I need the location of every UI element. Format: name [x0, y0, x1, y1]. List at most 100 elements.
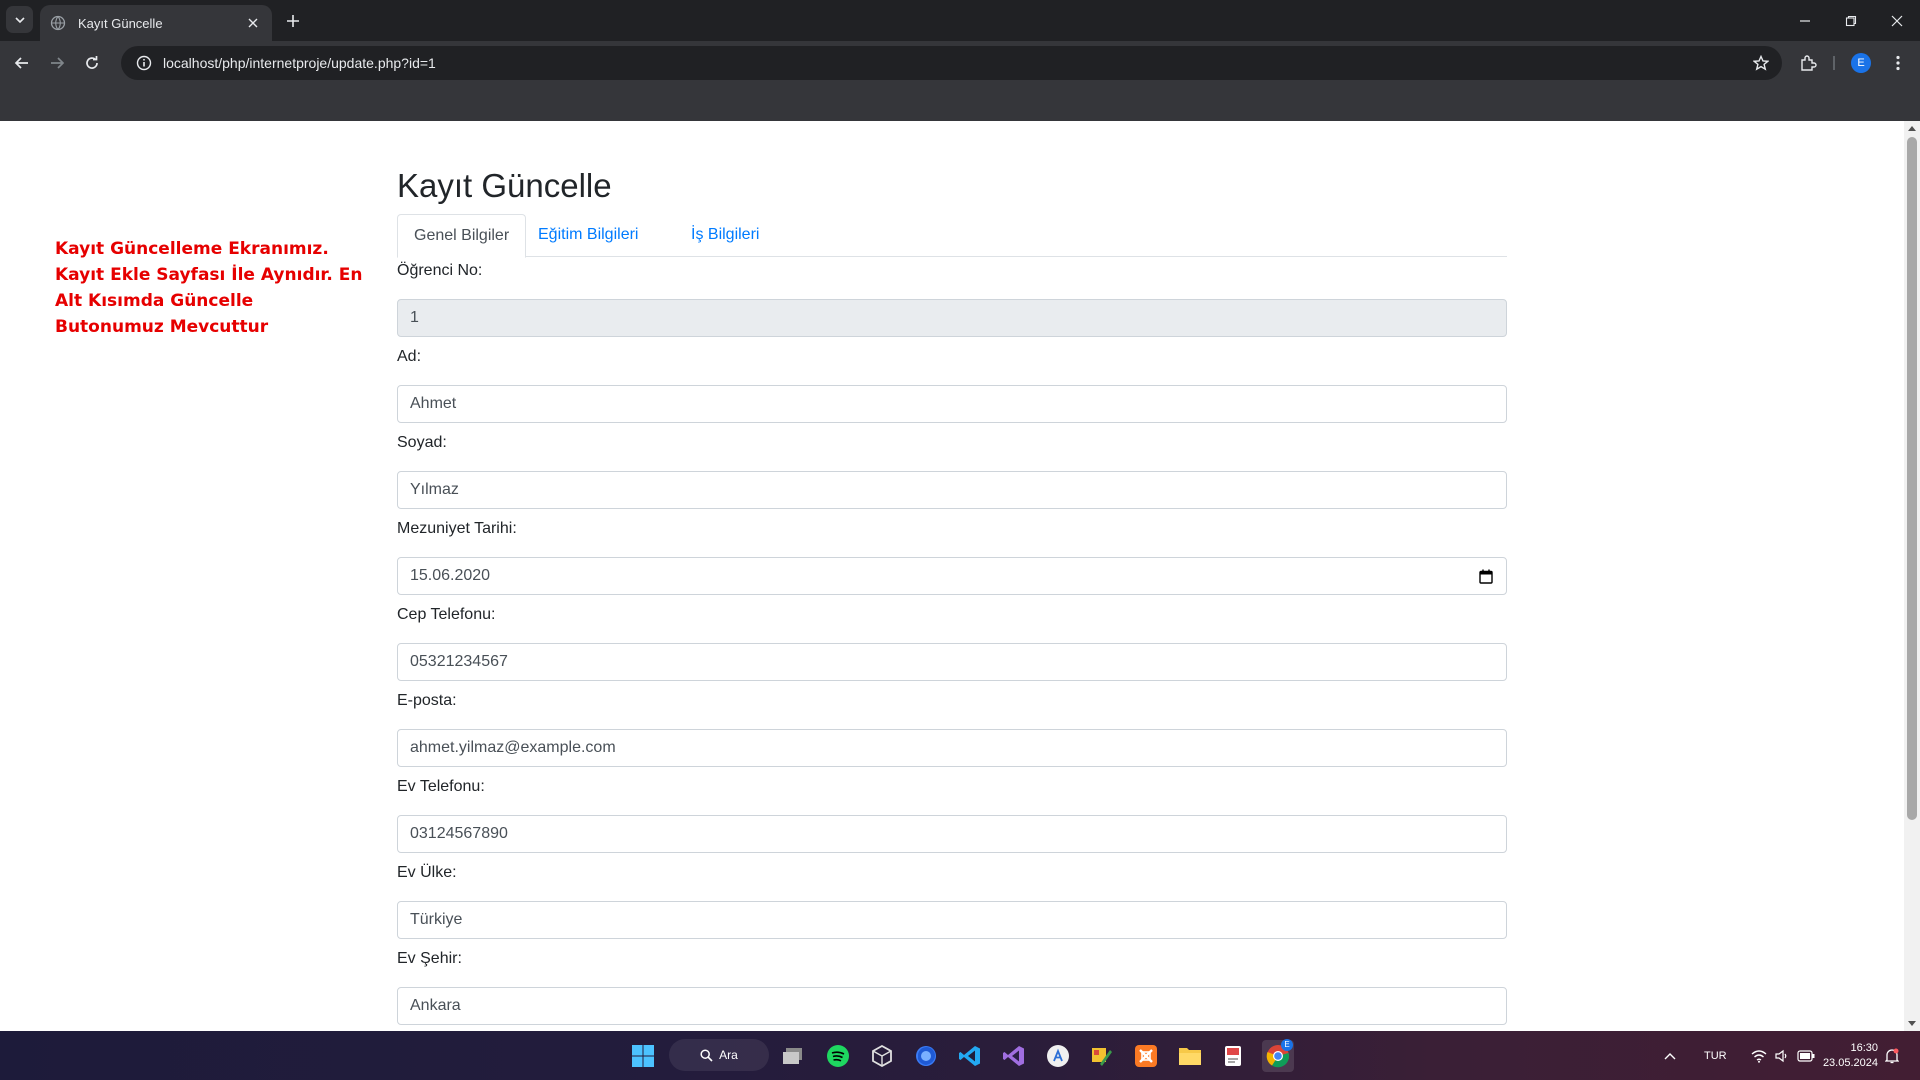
- toolbar-divider: [1833, 56, 1835, 70]
- ev-ulke-input[interactable]: Türkiye: [397, 901, 1507, 939]
- restore-icon[interactable]: [1828, 0, 1874, 41]
- forward-icon[interactable]: [43, 49, 71, 77]
- field-label: Öğrenci No:: [397, 262, 483, 279]
- address-bar[interactable]: localhost/php/internetproje/update.php?i…: [121, 46, 1782, 80]
- page-title: Kayıt Güncelle: [397, 167, 612, 204]
- avatar: E: [1851, 53, 1871, 73]
- field-cep-telefonu: Cep Telefonu: 05321234567: [397, 603, 1507, 681]
- page-viewport: Kayıt Güncelleme Ekranımız. Kayıt Ekle S…: [0, 121, 1904, 1031]
- globe-icon: [50, 15, 66, 31]
- scroll-down-arrow-icon[interactable]: [1904, 1017, 1920, 1031]
- search-icon: [700, 1048, 713, 1062]
- field-e-posta: E-posta: ahmet.yilmaz@example.com: [397, 689, 1507, 767]
- battery-icon[interactable]: [1797, 1049, 1815, 1062]
- ad-input[interactable]: Ahmet: [397, 385, 1507, 423]
- window-controls: [1782, 0, 1920, 41]
- browser-toolbar: localhost/php/internetproje/update.php?i…: [0, 41, 1920, 85]
- site-info-icon[interactable]: [129, 55, 159, 71]
- chrome-profile-badge: E: [1281, 1039, 1293, 1051]
- ev-telefonu-input[interactable]: 03124567890: [397, 815, 1507, 853]
- field-soyad: Soyad: Yılmaz: [397, 431, 1507, 509]
- bookmark-star-icon[interactable]: [1746, 55, 1776, 71]
- taskbar-search[interactable]: Ara: [669, 1039, 769, 1071]
- field-value: 1: [410, 309, 419, 326]
- snipping-tool-icon[interactable]: [1218, 1040, 1250, 1072]
- annotation-note: Kayıt Güncelleme Ekranımız. Kayıt Ekle S…: [55, 239, 363, 337]
- close-window-icon[interactable]: [1874, 0, 1920, 41]
- extensions-icon[interactable]: [1794, 49, 1822, 77]
- calendar-icon[interactable]: [1478, 568, 1494, 584]
- tab-egitim-bilgileri[interactable]: Eğitim Bilgileri: [522, 214, 654, 257]
- firefox-icon[interactable]: [910, 1040, 942, 1072]
- vscode-icon[interactable]: [954, 1040, 986, 1072]
- e-posta-input[interactable]: ahmet.yilmaz@example.com: [397, 729, 1507, 767]
- tab-is-bilgileri[interactable]: İş Bilgileri: [675, 214, 775, 257]
- chrome-taskbar-icon[interactable]: E: [1262, 1039, 1294, 1072]
- field-value: 03124567890: [410, 825, 508, 842]
- chevron-up-icon[interactable]: [1660, 1052, 1680, 1060]
- profile-button[interactable]: E: [1847, 49, 1875, 77]
- unity-icon[interactable]: [866, 1040, 898, 1072]
- taskbar-clock[interactable]: 16:30 23.05.2024: [1823, 1041, 1878, 1071]
- field-ad: Ad: Ahmet: [397, 345, 1507, 423]
- field-label: Cep Telefonu:: [397, 606, 496, 623]
- bookmarks-bar: [0, 85, 1920, 121]
- form-tabs: Genel Bilgiler Eğitim Bilgileri İş Bilgi…: [397, 214, 1507, 258]
- scrollbar-thumb[interactable]: [1907, 137, 1917, 820]
- field-label: Ev Şehir:: [397, 950, 462, 967]
- field-ev-sehir: Ev Şehir: Ankara: [397, 947, 1507, 1025]
- minimize-icon[interactable]: [1782, 0, 1828, 41]
- menu-kebab-icon[interactable]: [1884, 49, 1912, 77]
- field-value: 15.06.2020: [410, 567, 491, 584]
- paint-tool-icon[interactable]: [1086, 1040, 1118, 1072]
- file-explorer-icon[interactable]: [1174, 1040, 1206, 1072]
- field-mezuniyet-tarihi: Mezuniyet Tarihi: 15.06.2020: [397, 517, 1507, 595]
- language-indicator[interactable]: TUR: [1704, 1050, 1727, 1062]
- visual-studio-icon[interactable]: [998, 1040, 1030, 1072]
- field-ev-ulke: Ev Ülke: Türkiye: [397, 861, 1507, 939]
- search-label: Ara: [719, 1048, 738, 1062]
- field-value: Türkiye: [410, 911, 463, 928]
- spotify-icon[interactable]: [822, 1040, 854, 1072]
- mezuniyet-tarihi-input[interactable]: 15.06.2020: [397, 557, 1507, 595]
- close-tab-icon[interactable]: [242, 12, 264, 34]
- soyad-input[interactable]: Yılmaz: [397, 471, 1507, 509]
- browser-tab-active[interactable]: Kayıt Güncelle: [40, 5, 272, 41]
- field-value: ahmet.yilmaz@example.com: [410, 739, 616, 756]
- field-label: Soyad:: [397, 434, 447, 451]
- cep-telefonu-input[interactable]: 05321234567: [397, 643, 1507, 681]
- tab-title: Kayıt Güncelle: [78, 15, 163, 31]
- task-view-icon[interactable]: [777, 1040, 809, 1072]
- scroll-up-arrow-icon[interactable]: [1904, 121, 1920, 135]
- browser-tab-strip: Kayıt Güncelle: [0, 0, 1920, 41]
- page-scrollbar[interactable]: [1904, 121, 1920, 1031]
- reload-icon[interactable]: [78, 49, 106, 77]
- url-text: localhost/php/internetproje/update.php?i…: [163, 55, 436, 71]
- app-store-icon[interactable]: [1042, 1040, 1074, 1072]
- ogrenci-no-input: 1: [397, 299, 1507, 337]
- field-label: Mezuniyet Tarihi:: [397, 520, 517, 537]
- windows-taskbar: Ara E TUR 16:30 23.05.2024: [0, 1031, 1920, 1080]
- system-tray: TUR: [1660, 1031, 1815, 1080]
- windows-start-icon[interactable]: [627, 1040, 659, 1072]
- notification-bell-icon[interactable]: [1878, 1040, 1906, 1072]
- chevron-down-icon: [14, 16, 25, 23]
- field-ogrenci-no: Öğrenci No: 1: [397, 259, 1507, 337]
- tab-search-button[interactable]: [6, 6, 33, 33]
- field-ev-telefonu: Ev Telefonu: 03124567890: [397, 775, 1507, 853]
- volume-icon[interactable]: [1775, 1049, 1789, 1063]
- field-label: Ev Ülke:: [397, 864, 457, 881]
- field-value: Ankara: [410, 997, 461, 1014]
- new-tab-icon[interactable]: [281, 9, 305, 33]
- field-value: Ahmet: [410, 395, 457, 412]
- field-value: 05321234567: [410, 653, 508, 670]
- clock-date: 23.05.2024: [1822, 1057, 1878, 1069]
- clock-time: 16:30: [1850, 1042, 1878, 1054]
- wifi-icon[interactable]: [1751, 1049, 1767, 1063]
- ev-sehir-input[interactable]: Ankara: [397, 987, 1507, 1025]
- back-icon[interactable]: [8, 49, 36, 77]
- xampp-icon[interactable]: [1130, 1040, 1162, 1072]
- field-label: Ev Telefonu:: [397, 778, 485, 795]
- field-value: Yılmaz: [410, 481, 459, 498]
- tab-genel-bilgiler[interactable]: Genel Bilgiler: [397, 214, 527, 258]
